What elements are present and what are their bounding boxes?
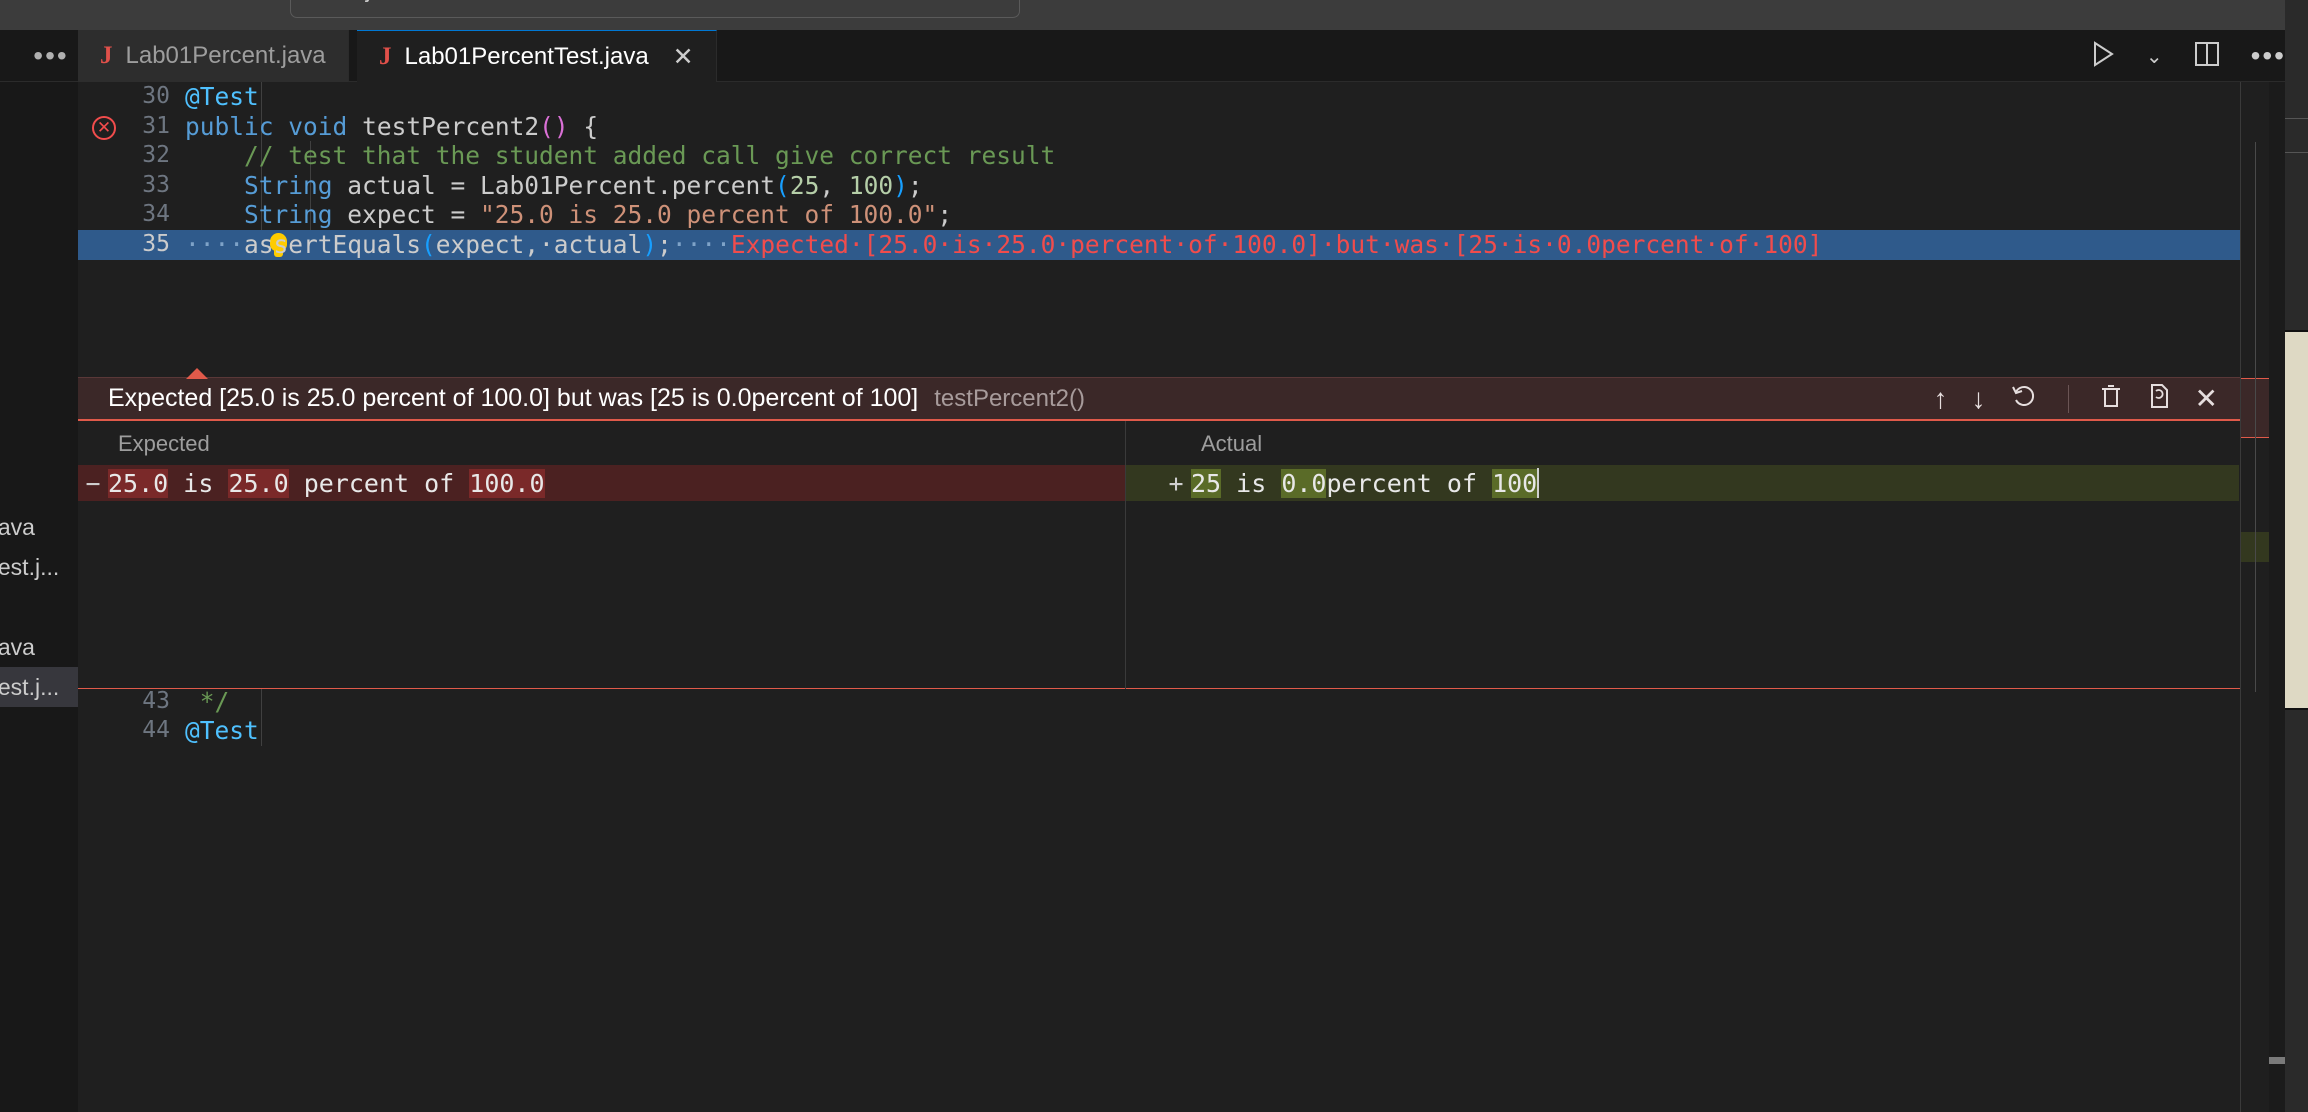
code-line-content: public void testPercent2() {	[185, 112, 598, 142]
code-line-content: String expect = "25.0 is 25.0 percent of…	[185, 200, 952, 230]
trash-icon[interactable]	[2099, 382, 2123, 415]
code-line-43[interactable]: 43 */	[78, 687, 2240, 717]
arrow-down-icon[interactable]: ↓	[1972, 385, 1986, 413]
divider	[2285, 118, 2308, 119]
tab-lab01percent[interactable]: J Lab01Percent.java	[78, 30, 349, 82]
code-line-content: @Test	[185, 716, 259, 746]
line-number: 35	[78, 230, 185, 260]
close-icon[interactable]: ✕	[673, 42, 694, 72]
editor-tab-bar: ••• J Lab01Percent.java J Lab01PercentTe…	[0, 30, 2308, 82]
run-icon[interactable]	[2090, 40, 2116, 73]
code-line-34[interactable]: 34 String expect = "25.0 is 25.0 percent…	[78, 200, 2240, 230]
code-line-31[interactable]: 31✕public void testPercent2() {	[78, 112, 2240, 142]
peek-view: Expected [25.0 is 25.0 percent of 100.0]…	[78, 377, 2240, 495]
secondary-panel-document	[2285, 330, 2308, 710]
peek-actions: ↑ ↓ ✕	[1934, 382, 2218, 415]
editor-scrollbar[interactable]	[2269, 82, 2285, 1112]
tab-lab01percenttest[interactable]: J Lab01PercentTest.java ✕	[357, 30, 717, 82]
line-number: 33	[78, 171, 185, 201]
copy-file-icon[interactable]	[2147, 382, 2171, 415]
peek-view-header: Expected [25.0 is 25.0 percent of 100.0]…	[78, 377, 2240, 419]
line-number: 34	[78, 200, 185, 230]
code-line-content: @Test	[185, 82, 259, 112]
line-number: 44	[78, 716, 185, 746]
overview-guide	[2255, 142, 2256, 692]
split-editor-icon[interactable]	[2193, 40, 2221, 73]
code-line-35[interactable]: 35 ····assertEquals(expect,·actual);····…	[78, 230, 2240, 260]
peek-error-message: Expected [25.0 is 25.0 percent of 100.0]…	[108, 384, 918, 413]
overview-ruler	[2241, 82, 2269, 1112]
close-icon[interactable]: ✕	[2195, 385, 2218, 413]
peek-test-name: testPercent2()	[934, 385, 1085, 413]
indent-guide	[261, 687, 262, 717]
divider	[2285, 152, 2308, 153]
sidebar-item-file-3[interactable]: t.java	[0, 627, 78, 667]
tab-label: Lab01Percent.java	[126, 42, 326, 70]
explorer-sidebar: t.java tTest.j... t.java tTest.j...	[0, 82, 78, 1112]
code-line-32[interactable]: 32 // test that the student added call g…	[78, 141, 2240, 171]
sidebar-item-file-4[interactable]: tTest.j...	[0, 667, 78, 707]
java-file-icon: J	[379, 43, 392, 71]
tab-bar-actions: ⌄ •••	[2090, 30, 2286, 82]
indent-guide	[261, 82, 262, 112]
chevron-down-icon[interactable]: ⌄	[2146, 44, 2163, 69]
command-center-label: Lab01Percent.java — CS163	[0, 0, 730, 3]
arrow-up-icon[interactable]: ↑	[1934, 385, 1948, 413]
inline-error-message: Expected·[25.0·is·25.0·percent·of·100.0]…	[731, 230, 1823, 259]
title-bar: Lab01Percent.java — CS163	[0, 0, 2308, 30]
more-actions-icon[interactable]: •••	[2251, 52, 2286, 60]
sidebar-item-label: t.java	[0, 514, 35, 541]
line-number: 32	[78, 141, 185, 171]
sidebar-item-label: t.java	[0, 634, 35, 661]
code-line-content: */	[185, 687, 229, 717]
tab-label: Lab01PercentTest.java	[405, 43, 649, 71]
more-tabs-icon[interactable]: •••	[22, 30, 80, 82]
vscode-window: Lab01Percent.java — CS163 ••• J Lab01Per…	[0, 0, 2308, 1112]
code-line-content: // test that the student added call give…	[185, 141, 1055, 171]
history-revert-icon[interactable]	[2010, 382, 2038, 415]
sidebar-item-file-2[interactable]: tTest.j...	[0, 547, 78, 587]
code-line-44[interactable]: 44@Test	[78, 716, 2240, 746]
java-file-icon: J	[100, 42, 113, 70]
code-line-33[interactable]: 33 String actual = Lab01Percent.percent(…	[78, 171, 2240, 201]
sidebar-item-label: tTest.j...	[0, 674, 59, 701]
error-pointer-triangle	[186, 368, 208, 379]
line-number: 43	[78, 687, 185, 717]
code-line-content: String actual = Lab01Percent.percent(25,…	[185, 171, 923, 201]
error-marker-icon[interactable]: ✕	[92, 116, 116, 140]
code-line-content: ····assertEquals(expect,·actual);····Exp…	[185, 230, 1822, 260]
sidebar-item-file-1[interactable]: t.java	[0, 507, 78, 547]
divider	[2068, 385, 2069, 413]
code-line-30[interactable]: 30@Test	[78, 82, 2240, 112]
line-number: 30	[78, 82, 185, 112]
sidebar-item-label: tTest.j...	[0, 554, 59, 581]
indent-guide	[261, 716, 262, 746]
